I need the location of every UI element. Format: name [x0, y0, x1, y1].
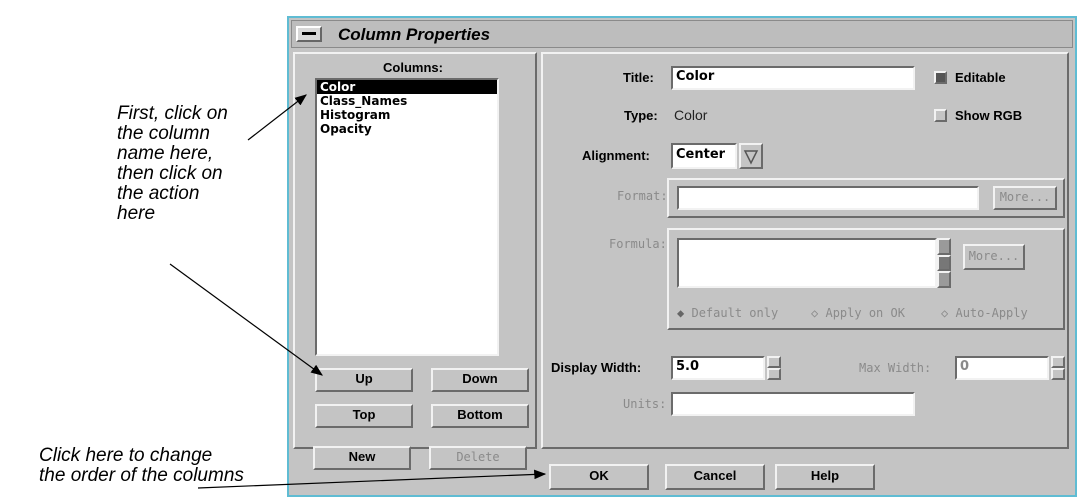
display-width-label: Display Width: [551, 360, 642, 375]
formula-scrollbar [937, 238, 951, 288]
show-rgb-label: Show RGB [955, 108, 1023, 123]
editable-label: Editable [955, 70, 1006, 85]
display-width-stepper[interactable] [767, 356, 781, 380]
formula-more-button: More... [963, 244, 1025, 270]
down-button[interactable]: Down [431, 368, 529, 392]
bottom-button[interactable]: Bottom [431, 404, 529, 428]
alignment-label: Alignment: [582, 148, 650, 163]
ok-button[interactable]: OK [549, 464, 649, 490]
radio-unselected-icon: ◇ [941, 306, 949, 320]
format-group: More... [667, 178, 1065, 218]
apply-option-default-only: ◆ Default only [677, 306, 779, 320]
list-item-opacity[interactable]: Opacity [317, 122, 497, 136]
display-width-input[interactable]: 5.0 [671, 356, 765, 380]
alignment-select[interactable]: Center [671, 143, 737, 169]
annotation-step-instructions: First, click on the column name here, th… [117, 103, 228, 224]
apply-option-auto-apply: ◇ Auto-Apply [941, 306, 1028, 320]
units-input [671, 392, 915, 416]
format-more-button: More... [993, 186, 1057, 210]
alignment-dropdown-icon[interactable] [739, 143, 763, 169]
annotation-order-instructions: Click here to change the order of the co… [39, 445, 244, 486]
units-label: Units: [623, 397, 667, 411]
properties-panel: Title: Color Editable Type: Color Show R… [541, 52, 1069, 449]
help-button[interactable]: Help [775, 464, 875, 490]
top-button[interactable]: Top [315, 404, 413, 428]
format-input [677, 186, 979, 210]
radio-unselected-icon: ◇ [811, 306, 819, 320]
list-item-histogram[interactable]: Histogram [317, 108, 497, 122]
title-input[interactable]: Color [671, 66, 915, 90]
formula-input [677, 238, 937, 288]
max-width-stepper [1051, 356, 1065, 380]
title-bar: Column Properties [291, 20, 1073, 48]
window-menu-button[interactable] [296, 26, 322, 42]
max-width-label: Max Width: [859, 361, 932, 375]
cancel-button[interactable]: Cancel [665, 464, 765, 490]
window-title: Column Properties [338, 25, 491, 44]
title-label: Title: [623, 70, 654, 85]
columns-panel: Columns: Color Class_Names Histogram Opa… [293, 52, 537, 449]
delete-button: Delete [429, 446, 527, 470]
formula-label: Formula: [609, 237, 667, 251]
max-width-input: 0 [955, 356, 1049, 380]
columns-list[interactable]: Color Class_Names Histogram Opacity [315, 78, 499, 356]
radio-selected-icon: ◆ [677, 306, 685, 320]
editable-checkbox[interactable] [934, 71, 947, 84]
format-label: Format: [617, 189, 668, 203]
show-rgb-checkbox[interactable] [934, 109, 947, 122]
formula-group: More... ◆ Default only ◇ Apply on OK ◇ A… [667, 228, 1065, 330]
apply-option-apply-on-ok: ◇ Apply on OK [811, 306, 905, 320]
list-item-color[interactable]: Color [317, 80, 497, 94]
type-value: Color [674, 107, 708, 123]
up-button[interactable]: Up [315, 368, 413, 392]
type-label: Type: [624, 108, 658, 123]
list-item-class-names[interactable]: Class_Names [317, 94, 497, 108]
new-button[interactable]: New [313, 446, 411, 470]
columns-header: Columns: [383, 60, 443, 75]
column-properties-dialog: Column Properties Columns: Color Class_N… [287, 16, 1077, 497]
